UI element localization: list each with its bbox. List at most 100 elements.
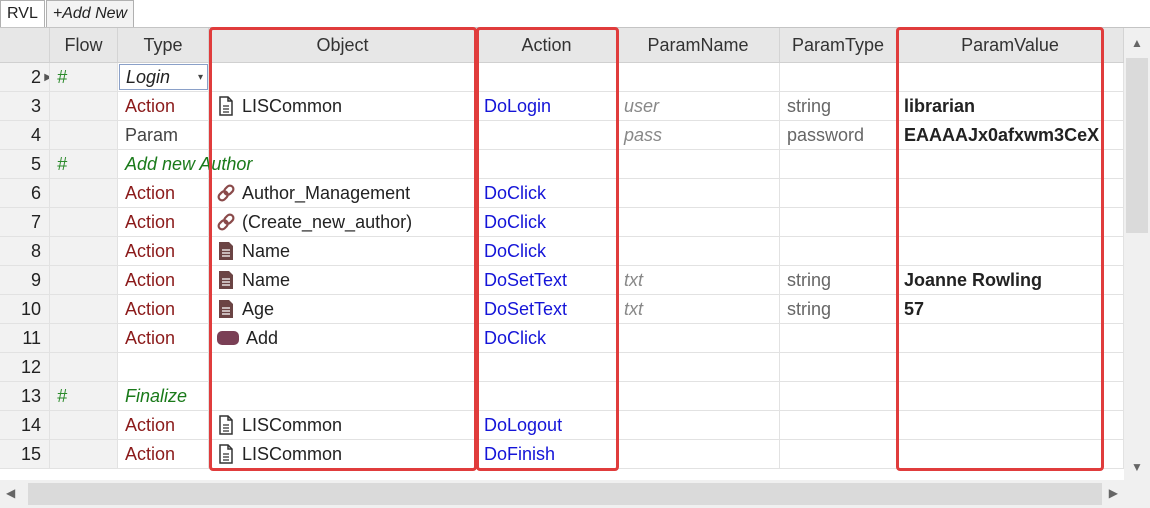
object-cell[interactable]: Author_Management [209, 179, 477, 207]
action-cell[interactable]: DoLogout [477, 411, 617, 439]
table-row[interactable]: 3 Action LISCommon DoLogin user string l… [0, 92, 1124, 121]
param-name-cell[interactable]: user [617, 92, 780, 120]
param-name-cell[interactable]: txt [617, 266, 780, 294]
comment-cell[interactable]: Add new Author [118, 150, 252, 178]
param-name-cell[interactable] [617, 63, 780, 91]
action-cell[interactable] [477, 382, 617, 410]
table-row[interactable]: 2▶ # Login ▾ [0, 63, 1124, 92]
flow-cell[interactable] [50, 208, 118, 236]
object-cell[interactable] [209, 382, 477, 410]
param-name-cell[interactable] [617, 179, 780, 207]
flow-cell[interactable] [50, 121, 118, 149]
param-value-cell[interactable] [897, 382, 1124, 410]
param-type-cell[interactable]: string [780, 92, 897, 120]
object-cell[interactable] [209, 121, 477, 149]
param-type-cell[interactable]: string [780, 266, 897, 294]
flow-cell[interactable] [50, 411, 118, 439]
param-value-cell[interactable] [897, 179, 1124, 207]
type-cell[interactable]: Param [118, 121, 209, 149]
param-name-cell[interactable] [617, 382, 780, 410]
type-cell[interactable]: Action [118, 208, 209, 236]
flow-cell[interactable] [50, 266, 118, 294]
param-type-cell[interactable] [780, 382, 897, 410]
action-cell[interactable]: DoClick [477, 179, 617, 207]
header-param-type[interactable]: ParamType [780, 28, 897, 62]
chevron-down-icon[interactable]: ▾ [198, 72, 203, 83]
object-cell[interactable] [209, 150, 477, 178]
header-flow[interactable]: Flow [50, 28, 118, 62]
table-row[interactable]: 7 Action (Create_new_author) DoClick [0, 208, 1124, 237]
type-cell[interactable]: Action [118, 295, 209, 323]
scroll-right-icon[interactable]: ▶ [1109, 486, 1118, 500]
flow-cell[interactable] [50, 237, 118, 265]
type-cell[interactable]: Action [118, 411, 209, 439]
flow-cell[interactable] [50, 440, 118, 468]
param-value-cell[interactable] [897, 440, 1124, 468]
param-type-cell[interactable] [780, 324, 897, 352]
action-cell[interactable]: DoLogin [477, 92, 617, 120]
vertical-scroll-thumb[interactable] [1126, 58, 1148, 233]
table-row[interactable]: 5 # Add new Author [0, 150, 1124, 179]
tab-rvl[interactable]: RVL [0, 0, 45, 27]
flow-cell[interactable] [50, 353, 118, 381]
object-cell[interactable]: (Create_new_author) [209, 208, 477, 236]
param-name-cell[interactable] [617, 324, 780, 352]
scroll-down-icon[interactable]: ▼ [1124, 460, 1150, 474]
param-type-cell[interactable] [780, 150, 897, 178]
param-value-cell[interactable]: Joanne Rowling [897, 266, 1124, 294]
param-type-cell[interactable] [780, 237, 897, 265]
action-cell[interactable] [477, 63, 617, 91]
param-name-cell[interactable] [617, 353, 780, 381]
param-value-cell[interactable] [897, 353, 1124, 381]
comment-cell[interactable]: Finalize [118, 382, 209, 410]
type-cell[interactable]: Action [118, 179, 209, 207]
param-name-cell[interactable] [617, 440, 780, 468]
action-cell[interactable]: DoClick [477, 237, 617, 265]
action-cell[interactable]: DoSetText [477, 295, 617, 323]
table-row[interactable]: 4 Param pass password EAAAAJx0afxwm3CeX [0, 121, 1124, 150]
param-name-cell[interactable] [617, 411, 780, 439]
table-row[interactable]: 12 [0, 353, 1124, 382]
action-cell[interactable] [477, 150, 617, 178]
param-type-cell[interactable] [780, 353, 897, 381]
param-name-cell[interactable] [617, 208, 780, 236]
object-cell[interactable]: Add [209, 324, 477, 352]
flow-cell[interactable] [50, 324, 118, 352]
type-cell[interactable]: Action [118, 92, 209, 120]
param-type-cell[interactable] [780, 411, 897, 439]
param-value-cell[interactable] [897, 324, 1124, 352]
flow-cell[interactable]: # [50, 382, 118, 410]
param-value-cell[interactable]: EAAAAJx0afxwm3CeX [897, 121, 1124, 149]
action-cell[interactable]: DoClick [477, 208, 617, 236]
object-cell[interactable]: Age [209, 295, 477, 323]
table-row[interactable]: 11 Action Add DoClick [0, 324, 1124, 353]
object-cell[interactable]: LISCommon [209, 440, 477, 468]
table-row[interactable]: 10 Action Age DoSetText txt string 57 [0, 295, 1124, 324]
table-row[interactable]: 8 Action Name DoClick [0, 237, 1124, 266]
param-value-cell[interactable] [897, 63, 1124, 91]
param-value-cell[interactable] [897, 237, 1124, 265]
param-name-cell[interactable]: txt [617, 295, 780, 323]
scroll-left-icon[interactable]: ◀ [6, 486, 15, 500]
table-row[interactable]: 13 # Finalize [0, 382, 1124, 411]
type-cell[interactable]: Login ▾ [118, 63, 209, 91]
param-type-cell[interactable] [780, 179, 897, 207]
action-cell[interactable]: DoClick [477, 324, 617, 352]
action-cell[interactable]: DoFinish [477, 440, 617, 468]
object-cell[interactable]: Name [209, 266, 477, 294]
horizontal-scrollbar[interactable]: ◀ ▶ [0, 480, 1124, 508]
param-value-cell[interactable] [897, 150, 1124, 178]
table-row[interactable]: 14 Action LISCommon DoLogout [0, 411, 1124, 440]
param-value-cell[interactable] [897, 208, 1124, 236]
param-type-cell[interactable] [780, 208, 897, 236]
param-value-cell[interactable]: 57 [897, 295, 1124, 323]
add-new-tab[interactable]: +Add New [45, 0, 135, 27]
header-object[interactable]: Object [209, 28, 477, 62]
param-name-cell[interactable]: pass [617, 121, 780, 149]
header-param-name[interactable]: ParamName [617, 28, 780, 62]
param-type-cell[interactable] [780, 63, 897, 91]
param-type-cell[interactable]: password [780, 121, 897, 149]
action-cell[interactable] [477, 353, 617, 381]
param-type-cell[interactable]: string [780, 295, 897, 323]
object-cell[interactable] [209, 63, 477, 91]
